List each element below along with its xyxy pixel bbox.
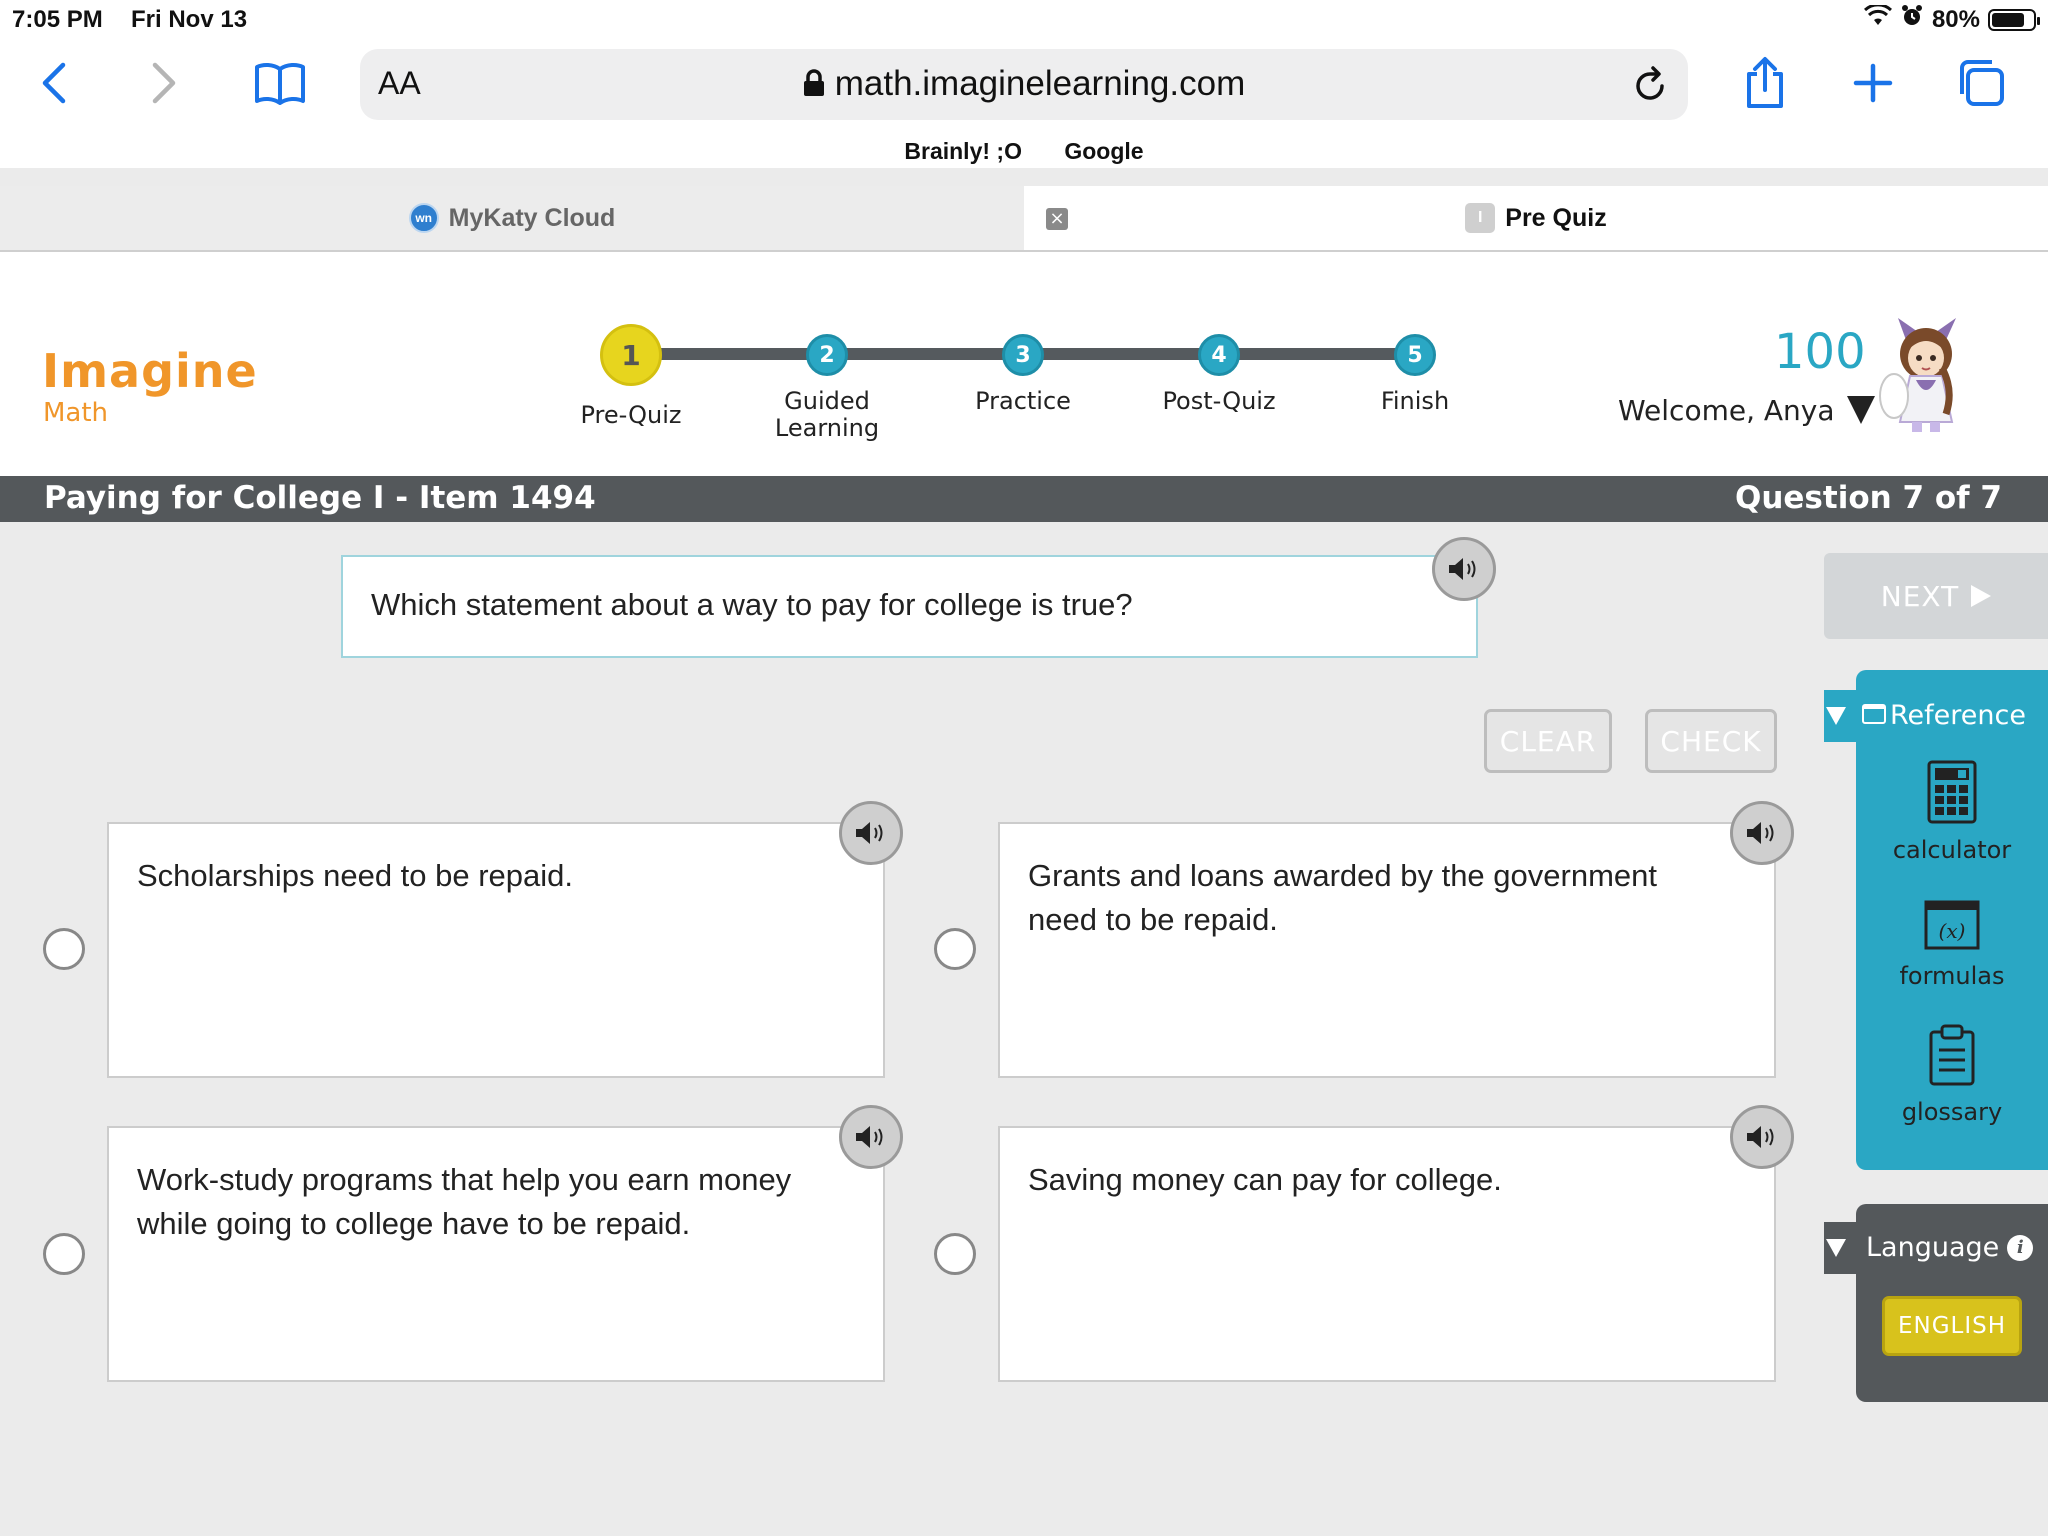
logo-math: Math [43,398,109,428]
forward-icon[interactable] [144,58,184,108]
status-time: 7:05 PM [12,6,103,33]
next-button[interactable]: NEXT [1824,553,2048,639]
next-label: NEXT [1880,579,1960,613]
question-counter: Question 7 of 7 [1734,480,2002,516]
user-menu[interactable]: Welcome, Anya [1618,394,1875,427]
battery-percent: 80% [1931,5,1980,33]
option-4-card[interactable]: Saving money can pay for college. [998,1126,1776,1382]
formulas-label: formulas [1899,962,2005,990]
formulas-tool[interactable]: (x) formulas [1856,900,2048,990]
step-3-circle: 3 [1002,334,1044,376]
url-text: math.imaginelearning.com [834,64,1246,103]
tab-mykaty-cloud[interactable]: wn MyKaty Cloud [0,186,1024,250]
option-1-speaker-icon[interactable] [839,801,903,865]
bookmarks-icon[interactable] [250,58,310,108]
option-4-radio[interactable] [934,1233,976,1275]
wifi-icon [1863,3,1892,34]
collapse-triangle-icon [1826,706,1846,725]
glossary-tool[interactable]: glossary [1856,1024,2048,1126]
option-1-radio[interactable] [43,928,85,970]
option-4-text: Saving money can pay for college. [1028,1162,1502,1197]
formulas-icon-text: (x) [1939,919,1966,943]
calculator-icon [1856,760,2048,830]
points-total: 100 [1774,324,1866,380]
option-4-speaker-icon[interactable] [1730,1105,1794,1169]
collapse-triangle-icon [1826,1238,1846,1257]
wn-favicon-icon: wn [408,203,439,233]
option-3-text: Work-study programs that help you earn m… [137,1162,792,1241]
step-5-label: Finish [1380,387,1450,415]
step-4-circle: 4 [1198,334,1240,376]
bookmark-google[interactable]: Google [1064,138,1143,164]
option-2-card[interactable]: Grants and loans awarded by the governme… [998,822,1776,1078]
option-3-radio[interactable] [43,1233,85,1275]
tab-pre-quiz[interactable]: I Pre Quiz [1024,186,2048,250]
browser-toolbar: AA math.imaginelearning.com Brainly! ;O … [0,40,2048,168]
address-bar[interactable]: AA math.imaginelearning.com [360,49,1688,120]
question-prompt: Which statement about a way to pay for c… [341,555,1478,658]
reference-label: Reference [1890,700,2026,731]
option-3-card[interactable]: Work-study programs that help you earn m… [107,1126,885,1382]
share-icon[interactable] [1740,54,1790,112]
calculator-tool[interactable]: calculator [1856,760,2048,864]
reference-small-icon [1862,700,1886,731]
option-3-speaker-icon[interactable] [839,1105,903,1169]
tab-bar: wn MyKaty Cloud I Pre Quiz × [0,186,2048,252]
clear-button[interactable]: CLEAR [1484,709,1612,773]
step-4-label: Post-Quiz [1162,387,1276,415]
language-label: Language [1866,1232,2000,1263]
glossary-label: glossary [1901,1098,2003,1126]
close-tab-icon[interactable]: × [1046,208,1068,230]
url-display[interactable]: math.imaginelearning.com [360,64,1688,106]
step-2-circle: 2 [806,334,848,376]
tab-label: Pre Quiz [1505,203,1607,232]
step-3-label: Practice [975,387,1071,415]
step-1-label: Pre-Quiz [580,401,682,429]
back-icon[interactable] [34,58,74,108]
option-1-card[interactable]: Scholarships need to be repaid. [107,822,885,1078]
tab-label: MyKaty Cloud [448,203,616,232]
status-right: 80% [1863,3,2040,35]
new-tab-icon[interactable] [1848,58,1898,108]
english-language-button[interactable]: ENGLISH [1882,1296,2022,1356]
glossary-icon [1856,1024,2048,1092]
alarm-icon [1900,4,1924,35]
play-arrow-icon [1971,585,1992,607]
calculator-label: calculator [1892,836,2012,864]
step-5-circle: 5 [1394,334,1436,376]
bookmark-brainly[interactable]: Brainly! ;O [904,138,1022,164]
logo-imagine: Imagine [42,344,258,398]
pre-quiz-favicon-icon: I [1465,203,1496,233]
status-bar: 7:05 PM Fri Nov 13 80% [0,0,2048,40]
lesson-title-bar: Paying for College I - Item 1494 Questio… [0,476,2048,522]
step-1-circle: 1 [600,324,662,386]
reload-icon[interactable] [1630,65,1670,105]
reference-toggle[interactable]: Reference [1826,700,2026,731]
battery-fill [1992,12,2024,27]
battery-icon [1988,8,2040,31]
language-toggle[interactable]: Language i [1826,1232,2034,1263]
option-1-text: Scholarships need to be repaid. [137,858,574,893]
option-2-text: Grants and loans awarded by the governme… [1028,858,1657,937]
caret-down-icon [1846,396,1875,424]
tabs-overview-icon[interactable] [1954,56,2008,110]
check-button[interactable]: CHECK [1645,709,1777,773]
lock-icon [803,66,825,106]
avatar[interactable] [1876,310,1976,434]
welcome-text: Welcome, Anya [1618,394,1835,427]
info-icon[interactable]: i [2007,1234,2034,1261]
prompt-speaker-icon[interactable] [1432,537,1496,601]
option-2-speaker-icon[interactable] [1730,801,1794,865]
lesson-title: Paying for College I - Item 1494 [44,480,596,516]
status-date: Fri Nov 13 [131,6,248,33]
favorites-bar: Brainly! ;O Google [0,138,2048,165]
formulas-icon: (x) [1856,900,2048,956]
question-text: Which statement about a way to pay for c… [371,587,1133,622]
step-2-label: Guided Learning [774,387,880,442]
app-header: Imagine Math 1 2 3 4 5 Pre-Quiz Guided Le… [0,252,2048,476]
option-2-radio[interactable] [934,928,976,970]
